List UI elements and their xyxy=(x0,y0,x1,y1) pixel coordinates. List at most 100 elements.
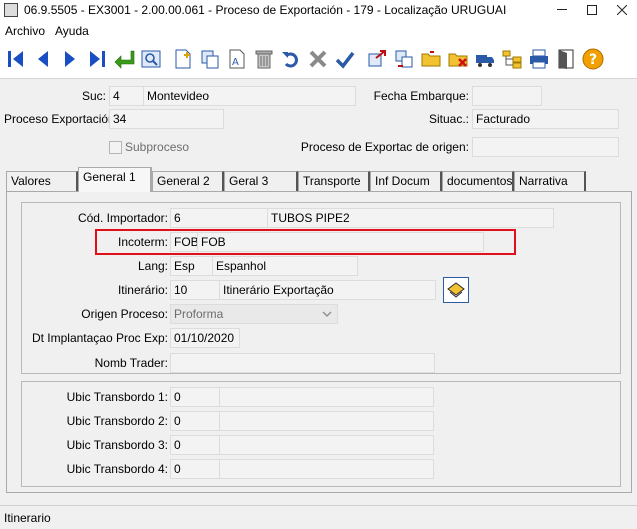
proceso-exportacion-field[interactable]: 34 xyxy=(109,109,224,129)
goto-icon xyxy=(114,50,135,69)
folder-button[interactable] xyxy=(418,45,444,73)
transbordo-group: Ubic Transbordo 1: 0 Ubic Transbordo 2: … xyxy=(21,381,621,487)
new-button[interactable] xyxy=(170,45,196,73)
toolbar: A ? xyxy=(0,42,637,76)
delete-button[interactable] xyxy=(251,45,277,73)
transbordo-3-code[interactable]: 0 xyxy=(170,435,220,455)
tab-general-2[interactable]: General 2 xyxy=(152,171,224,191)
itinerario-name-field[interactable]: Itinerário Exportação xyxy=(219,280,436,300)
last-record-button[interactable] xyxy=(84,45,110,73)
subproceso-label: Subproceso xyxy=(125,140,190,154)
origen-proceso-label: Proceso de Exportac de origen: xyxy=(300,140,469,154)
folder-delete-button[interactable] xyxy=(445,45,471,73)
last-icon xyxy=(90,51,105,67)
tab-general-1[interactable]: General 1 xyxy=(78,167,152,192)
goto-button[interactable] xyxy=(111,45,137,73)
print-button[interactable] xyxy=(526,45,552,73)
copy-button[interactable] xyxy=(197,45,223,73)
transbordo-4-code[interactable]: 0 xyxy=(170,459,220,479)
minimize-button[interactable] xyxy=(547,0,577,20)
svg-text:?: ? xyxy=(589,52,597,68)
importador-code-field[interactable]: 6 xyxy=(170,208,268,228)
origen-proceso-field[interactable] xyxy=(472,137,619,157)
transbordo-2-name[interactable] xyxy=(219,411,434,431)
edit-button[interactable]: A xyxy=(224,45,250,73)
incoterm-highlight xyxy=(95,229,516,255)
copy-icon xyxy=(201,50,219,69)
export-button[interactable] xyxy=(364,45,390,73)
minimize-icon xyxy=(557,9,567,10)
dt-implantacao-field[interactable]: 01/10/2020 xyxy=(170,328,240,348)
lang-name-field[interactable]: Espanhol xyxy=(212,256,358,276)
search-icon xyxy=(141,50,161,68)
origen-proceso-selected: Proforma xyxy=(174,307,224,321)
undo-button[interactable] xyxy=(278,45,304,73)
transbordo-4-label: Ubic Transbordo 4: xyxy=(66,462,168,476)
itinerario-code-field[interactable]: 10 xyxy=(170,280,220,300)
tab-narrativa[interactable]: Narrativa xyxy=(514,171,586,191)
transbordo-3-label: Ubic Transbordo 3: xyxy=(66,438,168,452)
help-button[interactable]: ? xyxy=(580,45,606,73)
lang-label: Lang: xyxy=(137,259,168,273)
confirm-icon xyxy=(335,51,355,69)
export-icon xyxy=(368,50,386,67)
tab-panel-general-1: Cód. Importador: 6 TUBOS PIPE2 Incoterm:… xyxy=(6,191,632,493)
nomb-trader-field[interactable] xyxy=(170,353,435,373)
menu-bar: Archivo Ayuda xyxy=(0,21,637,41)
tab-inf-docum[interactable]: Inf Docum xyxy=(370,171,442,191)
transbordo-3-name[interactable] xyxy=(219,435,434,455)
delete-icon xyxy=(255,50,273,69)
first-record-button[interactable] xyxy=(3,45,29,73)
maximize-icon xyxy=(587,5,597,15)
truck-button[interactable] xyxy=(472,45,498,73)
nomb-trader-label: Nomb Trader: xyxy=(94,356,168,370)
tree-button[interactable] xyxy=(499,45,525,73)
itinerario-label: Itinerário: xyxy=(117,283,168,297)
importador-name-field[interactable]: TUBOS PIPE2 xyxy=(267,208,554,228)
tab-geral-3[interactable]: Geral 3 xyxy=(224,171,298,191)
situac-field[interactable]: Facturado xyxy=(472,109,619,129)
transfer-button[interactable] xyxy=(391,45,417,73)
suc-label: Suc: xyxy=(81,89,106,103)
menu-archivo[interactable]: Archivo xyxy=(0,24,50,38)
status-text: Itinerario xyxy=(4,511,51,525)
main-content: Suc: 4 Montevideo Fecha Embarque: Proces… xyxy=(0,78,637,505)
close-button[interactable] xyxy=(607,0,637,20)
tab-documentos[interactable]: documentos xyxy=(442,171,514,191)
situac-label: Situac.: xyxy=(428,112,469,126)
fecha-embarque-label: Fecha Embarque: xyxy=(373,89,469,103)
origen-proceso-select[interactable]: Proforma xyxy=(170,304,338,324)
cancel-button[interactable] xyxy=(305,45,331,73)
transbordo-1-code[interactable]: 0 xyxy=(170,387,220,407)
maximize-button[interactable] xyxy=(577,0,607,20)
status-bar: Itinerario xyxy=(0,505,637,529)
first-icon xyxy=(8,51,23,67)
dt-implantacao-label: Dt Implantaçao Proc Exp: xyxy=(31,331,168,345)
itinerario-zoom-button[interactable] xyxy=(443,277,469,303)
menu-ayuda[interactable]: Ayuda xyxy=(50,24,94,38)
truck-icon xyxy=(476,55,494,67)
tab-transporte[interactable]: Transporte xyxy=(298,171,370,191)
app-icon xyxy=(4,3,18,17)
transbordo-2-label: Ubic Transbordo 2: xyxy=(66,414,168,428)
next-record-button[interactable] xyxy=(57,45,83,73)
suc-name-field[interactable]: Montevideo xyxy=(143,86,356,106)
fecha-embarque-field[interactable] xyxy=(472,86,542,106)
subproceso-checkbox[interactable] xyxy=(109,141,122,154)
cancel-icon xyxy=(309,50,327,68)
search-button[interactable] xyxy=(138,45,164,73)
confirm-button[interactable] xyxy=(332,45,358,73)
tab-valores[interactable]: Valores xyxy=(6,171,78,191)
new-icon xyxy=(175,49,191,69)
prev-record-button[interactable] xyxy=(30,45,56,73)
tree-icon xyxy=(502,50,522,69)
transbordo-1-name[interactable] xyxy=(219,387,434,407)
transbordo-4-name[interactable] xyxy=(219,459,434,479)
exit-button[interactable] xyxy=(553,45,579,73)
prev-icon xyxy=(38,51,48,67)
suc-code-field[interactable]: 4 xyxy=(109,86,144,106)
chevron-down-icon xyxy=(322,311,332,317)
next-icon xyxy=(65,51,75,67)
lang-code-field[interactable]: Esp xyxy=(170,256,213,276)
transbordo-2-code[interactable]: 0 xyxy=(170,411,220,431)
